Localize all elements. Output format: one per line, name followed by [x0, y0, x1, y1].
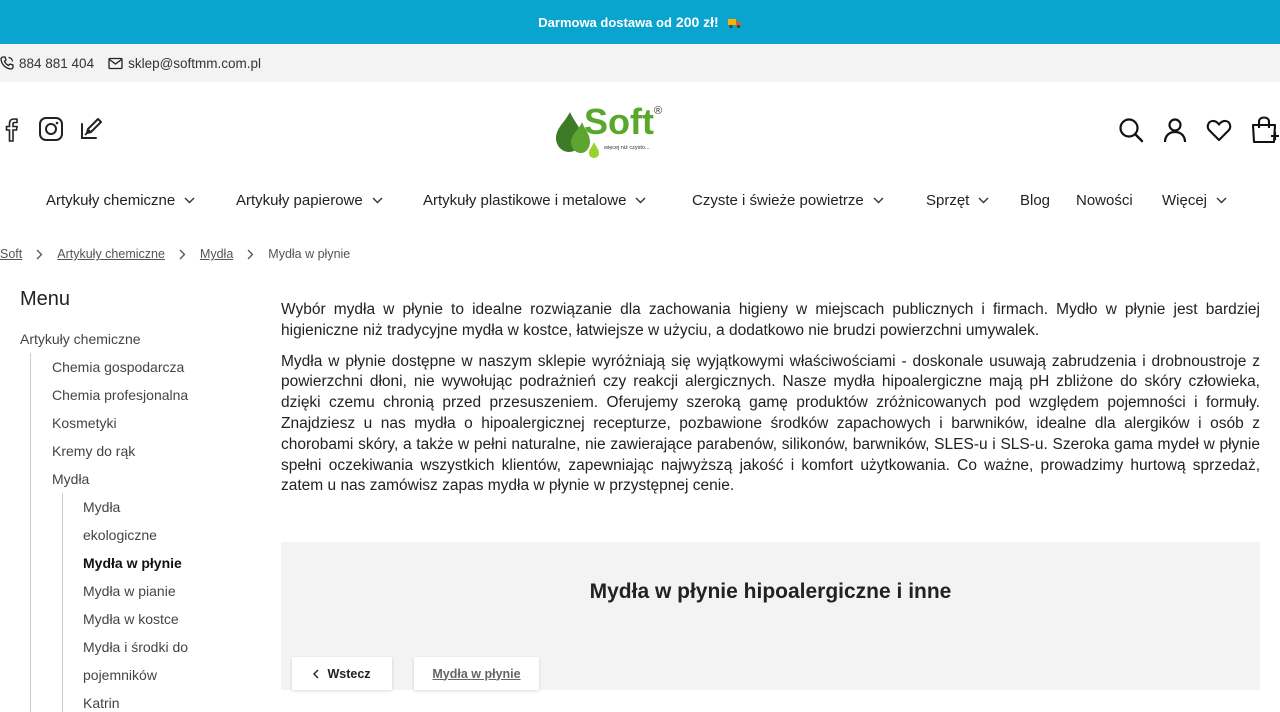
sidebar-item-chemia-gospodarcza[interactable]: Chemia gospodarcza — [52, 353, 260, 381]
chevron-down-icon — [1216, 197, 1227, 204]
sidebar-item-mydla-w-pianie[interactable]: Mydła w pianie — [83, 577, 260, 605]
sidebar-subtree-mydla: Mydła ekologiczne Mydła w płynie Mydła w… — [62, 493, 260, 712]
main-nav: Artykuły chemiczne Artykuły papierowe Ar… — [0, 188, 1280, 216]
nav-label: Artykuły chemiczne — [46, 192, 176, 209]
search-icon[interactable] — [1118, 117, 1144, 143]
nav-item-blog[interactable]: Blog — [1020, 192, 1050, 209]
contact-phone[interactable]: 884 881 404 — [0, 56, 94, 71]
contact-bar: 884 881 404 sklep@softmm.com.pl — [0, 44, 1280, 82]
nav-label: Artykuły papierowe — [236, 192, 363, 209]
nav-label: Sprzęt — [926, 192, 970, 209]
delivery-truck-icon — [727, 17, 742, 29]
phone-icon — [0, 56, 14, 70]
chevron-right-icon — [247, 249, 254, 260]
sidebar-item-mydla-ekologiczne[interactable]: Mydła — [83, 493, 260, 521]
breadcrumb-link-mydla[interactable]: Mydła — [200, 247, 233, 261]
nav-item-czyste-powietrze[interactable]: Czyste i świeże powietrze — [692, 192, 884, 209]
sidebar-item-chemia-profesjonalna[interactable]: Chemia profesjonalna — [52, 381, 260, 409]
email-address: sklep@softmm.com.pl — [128, 55, 262, 71]
social-links — [0, 115, 118, 143]
sidebar-menu: Menu Artykuły chemiczne Chemia gospodarc… — [20, 288, 260, 712]
chevron-down-icon — [978, 197, 989, 204]
site-logo[interactable]: Soft ® więcej niż czysto... — [556, 98, 668, 160]
section-heading: Mydła w płynie hipoalergiczne i inne — [589, 580, 952, 603]
nav-item-artykuly-chemiczne[interactable]: Artykuły chemiczne — [46, 192, 195, 209]
nav-label: Blog — [1020, 192, 1051, 209]
sidebar-item-artykuly-chemiczne[interactable]: Artykuły chemiczne — [20, 325, 260, 353]
nav-item-nowosci[interactable]: Nowości — [1076, 192, 1133, 209]
blog-edit-icon[interactable] — [78, 116, 104, 142]
account-icon[interactable] — [1162, 117, 1188, 143]
contact-email[interactable]: sklep@softmm.com.pl — [108, 56, 261, 71]
sidebar-item-mydla-i-srodki[interactable]: Mydła i środki do — [83, 633, 260, 661]
breadcrumb-current: Mydła w płynie — [268, 247, 351, 261]
phone-number: 884 881 404 — [19, 55, 95, 71]
mail-icon — [108, 57, 123, 69]
sidebar-item-mydla[interactable]: Mydła — [52, 465, 260, 493]
chevron-down-icon — [372, 197, 383, 204]
logo-registered-mark: ® — [654, 105, 662, 117]
promo-amount: 200 zł! — [675, 14, 719, 30]
current-category-button[interactable]: Mydła w płynie — [414, 657, 539, 690]
chevron-down-icon — [184, 197, 195, 204]
breadcrumb-link-chemiczne[interactable]: Artykuły chemiczne — [57, 247, 165, 261]
site-header: Soft ® więcej niż czysto... — [0, 82, 1280, 182]
breadcrumb: Soft Artykuły chemiczne Mydła Mydła w pł… — [0, 247, 350, 261]
category-section: Mydła w płynie hipoalergiczne i inne Wst… — [281, 542, 1260, 690]
logo-brand-text: Soft — [584, 101, 654, 142]
back-button-label: Wstecz — [327, 666, 371, 681]
sidebar-item-kosmetyki[interactable]: Kosmetyki — [52, 409, 260, 437]
current-category-label: Mydła w płynie — [432, 666, 521, 681]
sidebar-item-katrin[interactable]: Katrin — [83, 689, 260, 712]
chevron-right-icon — [179, 249, 186, 260]
wishlist-heart-icon[interactable] — [1206, 117, 1232, 143]
header-actions — [1100, 116, 1280, 144]
sidebar-item-mydla-w-plynie[interactable]: Mydła w płynie — [83, 549, 260, 577]
nav-item-artykuly-plastikowe[interactable]: Artykuły plastikowe i metalowe — [423, 192, 646, 209]
chevron-left-icon — [313, 669, 319, 678]
instagram-icon[interactable] — [38, 116, 64, 142]
cart-icon[interactable] — [1250, 116, 1280, 144]
chevron-right-icon — [36, 249, 43, 260]
sidebar-item-mydla-ekologiczne-cont[interactable]: ekologiczne — [83, 521, 260, 549]
sidebar-item-kremy-do-rak[interactable]: Kremy do rąk — [52, 437, 260, 465]
sidebar-title: Menu — [20, 288, 71, 310]
promo-bar: Darmowa dostawa od 200 zł! — [0, 0, 1280, 44]
nav-label: Czyste i świeże powietrze — [692, 192, 864, 209]
sidebar-subtree: Chemia gospodarcza Chemia profesjonalna … — [30, 353, 260, 712]
nav-item-artykuly-papierowe[interactable]: Artykuły papierowe — [236, 192, 383, 209]
back-button[interactable]: Wstecz — [292, 657, 392, 690]
nav-label: Nowości — [1076, 192, 1133, 209]
nav-label: Więcej — [1162, 192, 1208, 209]
sidebar-item-mydla-i-srodki-cont[interactable]: pojemników — [83, 661, 260, 689]
facebook-icon[interactable] — [0, 115, 24, 143]
chevron-down-icon — [873, 197, 884, 204]
nav-item-wiecej[interactable]: Więcej — [1162, 192, 1227, 209]
description-paragraph-1: Wybór mydła w płynie to idealne rozwiąza… — [281, 301, 1260, 339]
sidebar-item-mydla-w-kostce[interactable]: Mydła w kostce — [83, 605, 260, 633]
category-description: Wybór mydła w płynie to idealne rozwiąza… — [281, 300, 1260, 507]
logo-tagline: więcej niż czysto... — [603, 145, 650, 151]
description-paragraph-2: Mydła w płynie dostępne w naszym sklepie… — [281, 352, 1260, 495]
nav-item-sprzet[interactable]: Sprzęt — [926, 192, 989, 209]
chevron-down-icon — [635, 197, 646, 204]
nav-label: Artykuły plastikowe i metalowe — [423, 192, 627, 209]
promo-text: Darmowa dostawa od — [538, 14, 672, 30]
breadcrumb-link-home[interactable]: Soft — [0, 247, 22, 261]
